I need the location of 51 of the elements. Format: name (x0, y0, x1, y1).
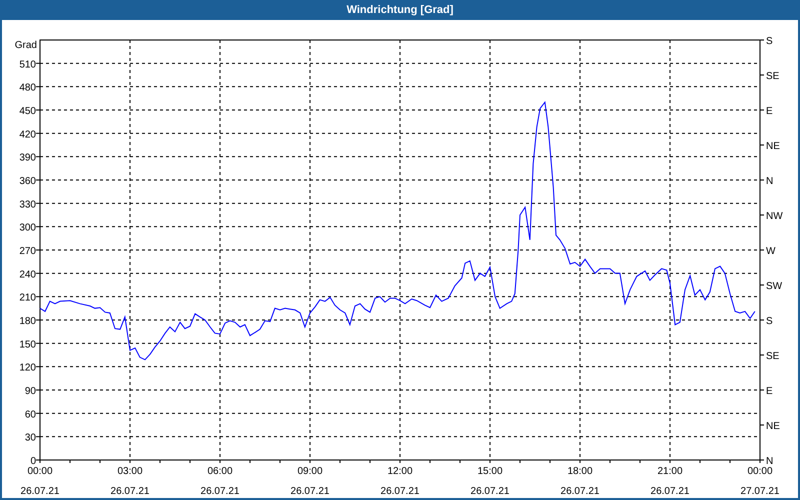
compass-label: E (766, 106, 773, 117)
axis-label: 390 (19, 152, 36, 164)
compass-label: SE (766, 71, 780, 82)
axis-label: 18:00 (567, 466, 593, 477)
axis-label: 180 (19, 316, 36, 327)
axis-label: 450 (19, 106, 36, 117)
window-title: Windrichtung [Grad] (346, 2, 454, 18)
axis-label: 510 (19, 59, 36, 70)
date-label: 26.07.21 (560, 486, 600, 497)
axis-label: 06:00 (207, 466, 233, 477)
compass-label: S (766, 316, 773, 327)
axis-label: 300 (19, 222, 36, 234)
axis-label: 60 (24, 409, 36, 420)
axis-label: 00:00 (747, 466, 773, 477)
date-label: 26.07.21 (650, 486, 690, 497)
compass-label: NW (766, 211, 783, 222)
compass-label: SE (766, 351, 780, 362)
axis-label: 360 (19, 176, 36, 187)
compass-label: W (766, 246, 776, 257)
axis-label: 21:00 (657, 466, 683, 477)
axis-label: 90 (24, 386, 36, 397)
axis-label: 420 (19, 129, 36, 140)
compass-label: E (766, 386, 773, 397)
axis-label: 30 (24, 432, 36, 444)
axis-label: 480 (19, 82, 36, 94)
compass-label: NE (766, 141, 780, 152)
compass-label: SW (766, 281, 782, 292)
axis-label: 240 (19, 269, 36, 280)
axis-label: 0 (30, 456, 36, 467)
axis-label: 120 (19, 362, 36, 374)
date-label: 26.07.21 (20, 486, 60, 497)
date-label: 26.07.21 (470, 486, 510, 497)
compass-label: S (766, 36, 773, 47)
axis-label: 210 (19, 292, 36, 304)
axis-label: 270 (19, 246, 36, 257)
date-label: 26.07.21 (200, 486, 240, 497)
axis-label: 09:00 (297, 466, 323, 477)
compass-label: NE (766, 421, 780, 432)
axis-label: 03:00 (117, 466, 143, 477)
compass-label: N (766, 456, 774, 467)
axis-title: Grad (14, 40, 37, 51)
date-label: 26.07.21 (110, 486, 150, 497)
date-label: 26.07.21 (380, 486, 420, 497)
date-label: 26.07.21 (290, 486, 330, 497)
date-label: 27.07.21 (740, 486, 780, 497)
axis-label: 12:00 (387, 466, 413, 477)
axis-label: 150 (19, 339, 36, 350)
axis-label: 15:00 (477, 466, 503, 477)
axis-label: 330 (19, 199, 36, 210)
axis-label: 00:00 (27, 466, 53, 477)
compass-label: N (766, 176, 774, 187)
